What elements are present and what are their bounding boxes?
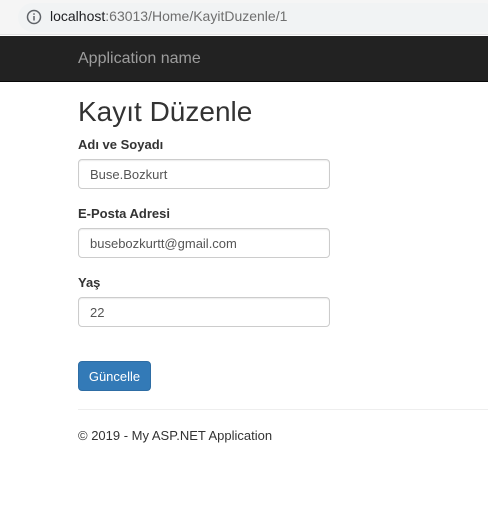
age-label: Yaş [78, 275, 101, 290]
info-icon[interactable] [26, 9, 42, 25]
footer-divider [78, 409, 488, 410]
url-host: localhost [50, 8, 106, 24]
email-label: E-Posta Adresi [78, 206, 170, 221]
page-title: Kayıt Düzenle [78, 96, 253, 127]
navbar-brand[interactable]: Application name [78, 50, 201, 68]
footer-copyright: © 2019 - My ASP.NET Application [78, 428, 273, 443]
browser-address-bar: localhost:63013/Home/KayitDuzenle/1 [0, 0, 488, 35]
url-path: :63013/Home/KayitDuzenle/1 [105, 8, 288, 24]
name-label: Adı ve Soyadı [78, 137, 164, 152]
navbar: Application name [0, 36, 488, 82]
url-text[interactable]: localhost:63013/Home/KayitDuzenle/1 [50, 8, 287, 24]
age-input[interactable] [78, 297, 330, 327]
name-input[interactable] [78, 159, 330, 189]
email-input[interactable] [78, 228, 330, 258]
update-button[interactable]: Güncelle [78, 361, 151, 391]
